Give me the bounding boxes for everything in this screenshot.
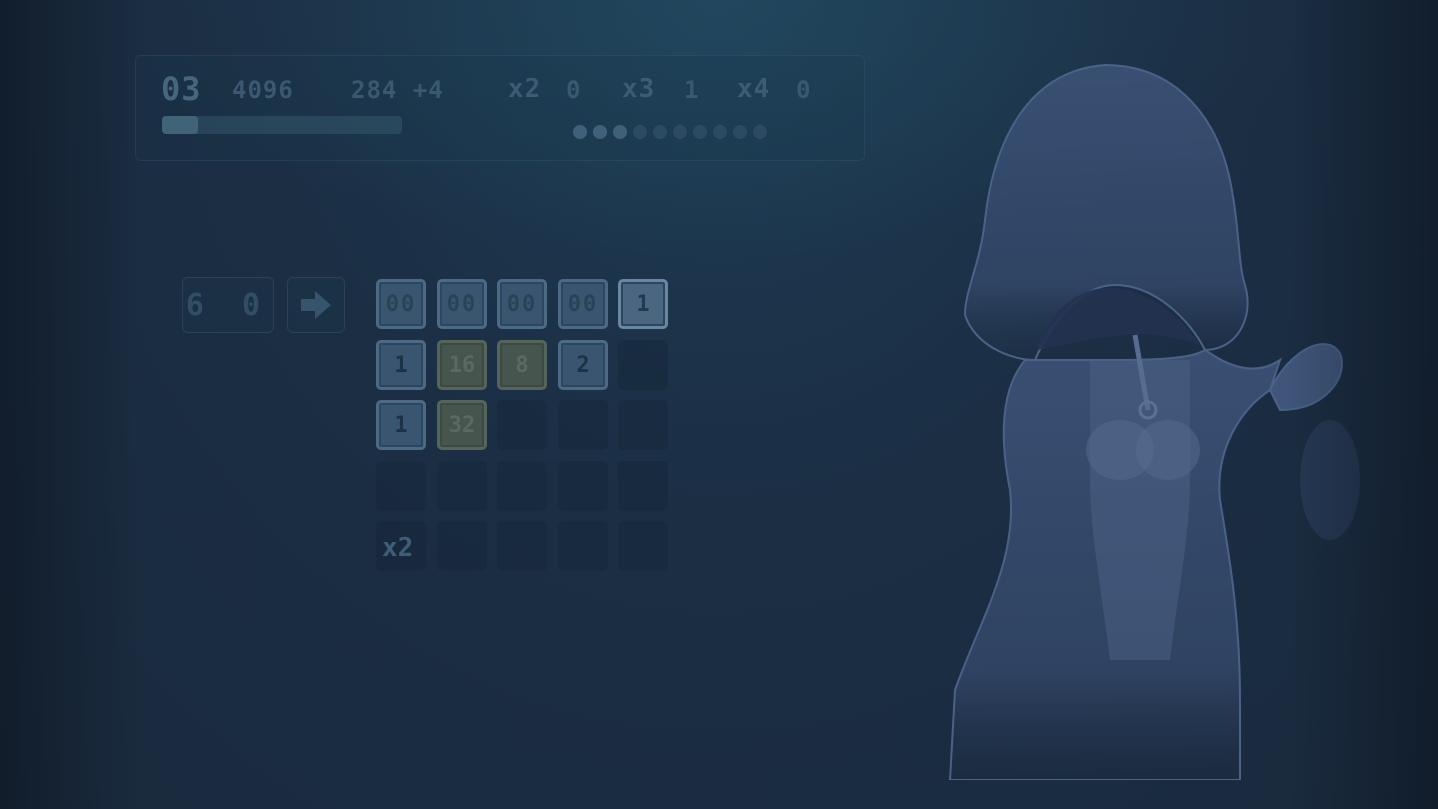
board-cell-empty[interactable] — [618, 340, 668, 390]
level-number: 03 — [161, 70, 202, 108]
board-cell-empty[interactable] — [618, 521, 668, 571]
board-tile[interactable]: 00 — [497, 279, 547, 329]
board-cell-empty[interactable] — [618, 400, 668, 450]
board-tile[interactable]: 8 — [497, 340, 547, 390]
multiplier-x2-label: x2 — [508, 74, 542, 104]
stage-dot — [653, 125, 667, 139]
multiplier-x2-value: 0 — [566, 76, 582, 104]
next-button[interactable] — [287, 277, 345, 333]
hooded-character-illustration — [948, 63, 1360, 780]
board-tile[interactable]: 1 — [618, 279, 668, 329]
level-progress-bar — [162, 116, 402, 134]
stage-dot — [613, 125, 627, 139]
board-cell-empty[interactable] — [558, 521, 608, 571]
stage-dot — [733, 125, 747, 139]
board-cell-empty[interactable] — [437, 461, 487, 511]
board-cell-empty[interactable] — [558, 461, 608, 511]
stage-dots — [573, 125, 767, 139]
stage-dot — [673, 125, 687, 139]
board-cell-empty[interactable] — [376, 461, 426, 511]
board-cell-empty[interactable] — [558, 400, 608, 450]
hud-panel: 03 4096 284 +4 x2 0 x3 1 x4 0 — [135, 55, 865, 161]
board-cell-empty[interactable] — [497, 400, 547, 450]
multiplier-x3-value: 1 — [684, 76, 700, 104]
arrow-right-icon — [301, 291, 331, 319]
board-tile[interactable]: 00 — [376, 279, 426, 329]
stage-dot — [693, 125, 707, 139]
stage-dot — [713, 125, 727, 139]
board-cell-empty[interactable] — [437, 521, 487, 571]
board-tile[interactable]: 16 — [437, 340, 487, 390]
stage-dot — [573, 125, 587, 139]
board-cell-empty[interactable] — [497, 461, 547, 511]
board-tile[interactable]: 00 — [437, 279, 487, 329]
multiplier-x4-label: x4 — [737, 74, 771, 104]
board-tile[interactable]: 1 — [376, 400, 426, 450]
queue-counter: 6 0 — [182, 277, 274, 333]
board-tile[interactable]: 00 — [558, 279, 608, 329]
queue-count-label: 6 0 — [185, 287, 271, 323]
combo-multiplier: x2 — [382, 533, 414, 563]
score-value: 4096 — [232, 76, 294, 104]
stage-dot — [753, 125, 767, 139]
moves-counter: 284 +4 — [351, 76, 444, 104]
board-cell-empty[interactable] — [618, 461, 668, 511]
stage-dot — [633, 125, 647, 139]
level-progress-fill — [162, 116, 198, 134]
multiplier-x4-value: 0 — [796, 76, 812, 104]
stage-dot — [593, 125, 607, 139]
multiplier-x3-label: x3 — [622, 74, 656, 104]
board-tile[interactable]: 2 — [558, 340, 608, 390]
board-tile[interactable]: 1 — [376, 340, 426, 390]
board-cell-empty[interactable] — [497, 521, 547, 571]
board-tile[interactable]: 32 — [437, 400, 487, 450]
